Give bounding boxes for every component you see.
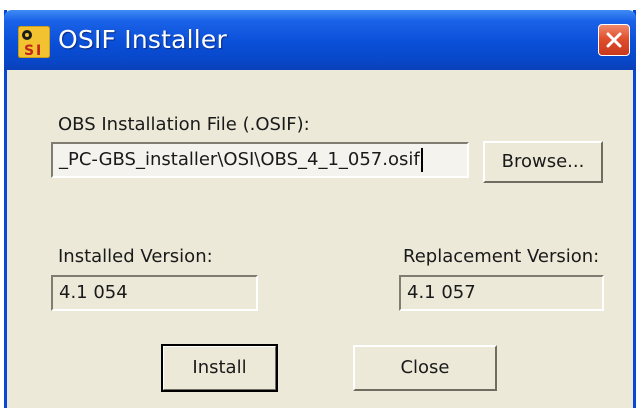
installer-window: S I OSIF Installer OBS Installation File…	[4, 10, 636, 408]
osi-app-icon: S I	[17, 25, 51, 59]
replacement-version-label: Replacement Version:	[403, 246, 600, 267]
text-caret	[420, 148, 423, 172]
close-icon	[606, 32, 622, 48]
installed-version-field: 4.1 054	[51, 275, 258, 311]
title-bar[interactable]: S I OSIF Installer	[4, 10, 636, 70]
installed-version-label: Installed Version:	[58, 246, 213, 267]
browse-button[interactable]: Browse...	[483, 141, 603, 183]
svg-text:S: S	[24, 43, 34, 58]
file-label: OBS Installation File (.OSIF):	[58, 114, 310, 135]
file-path-value: _PC-GBS_installer\OSI\OBS_4_1_057.osif	[59, 149, 420, 170]
file-path-input[interactable]: _PC-GBS_installer\OSI\OBS_4_1_057.osif	[51, 142, 469, 178]
close-window-button[interactable]	[598, 24, 630, 56]
window-title: OSIF Installer	[58, 25, 227, 54]
svg-text:I: I	[36, 43, 41, 58]
replacement-version-field: 4.1 057	[399, 275, 604, 311]
close-button[interactable]: Close	[353, 345, 497, 391]
install-button[interactable]: Install	[161, 344, 278, 392]
